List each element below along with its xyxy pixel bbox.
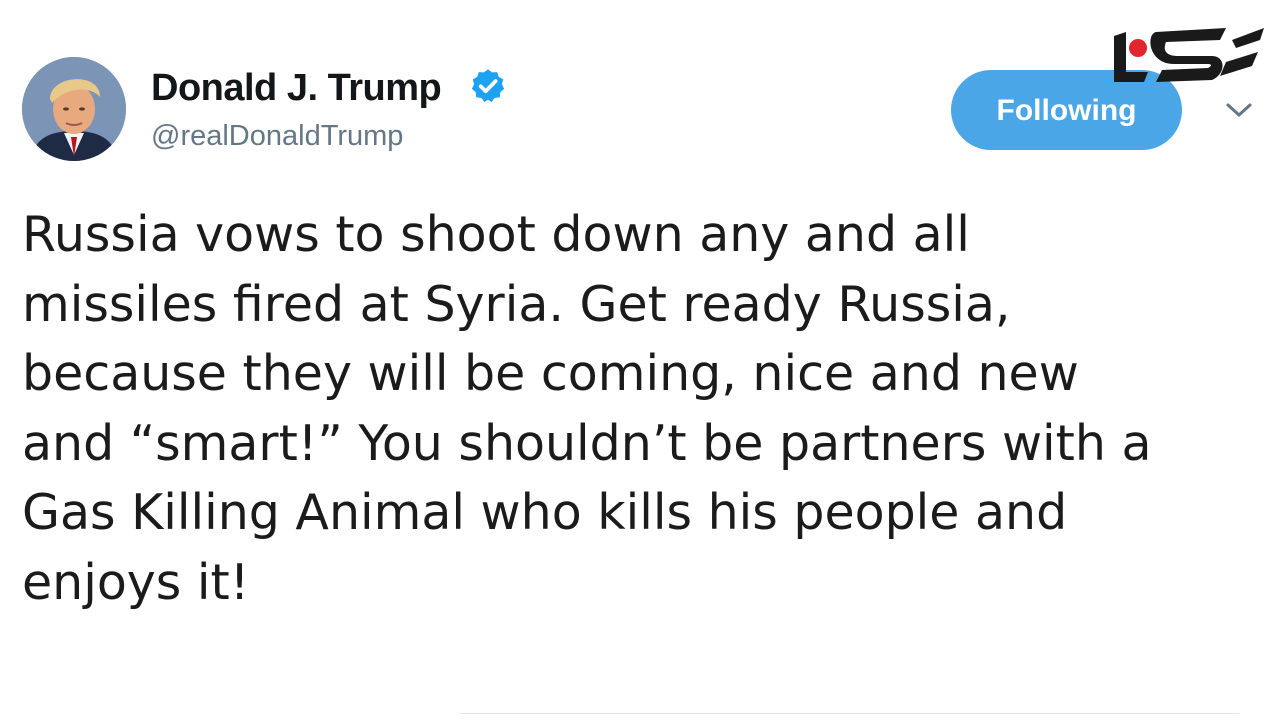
tweet-text-line: and “smart!” You shouldn’t be partners w…: [22, 414, 1152, 472]
tweet-text-line: because they will be coming, nice and ne…: [22, 345, 1079, 403]
tweet-text: Russia vows to shoot down any and all mi…: [22, 200, 1272, 610]
user-handle[interactable]: @realDonaldTrump: [151, 118, 403, 154]
avatar[interactable]: [22, 57, 126, 161]
site-logo: [1114, 28, 1264, 82]
chevron-down-icon[interactable]: [1222, 99, 1256, 121]
tweet-text-line: missiles fired at Syria. Get ready Russi…: [22, 275, 1011, 333]
display-name[interactable]: Donald J. Trump: [151, 66, 442, 110]
tweet-text-line: enjoys it!: [22, 553, 250, 610]
avatar-portrait-icon: [22, 57, 126, 161]
tweet-text-line: Gas Killing Animal who kills his people …: [22, 484, 1068, 542]
verified-badge-icon: [471, 69, 505, 102]
divider: [459, 713, 1239, 714]
tweet-text-line: Russia vows to shoot down any and all: [22, 206, 970, 263]
